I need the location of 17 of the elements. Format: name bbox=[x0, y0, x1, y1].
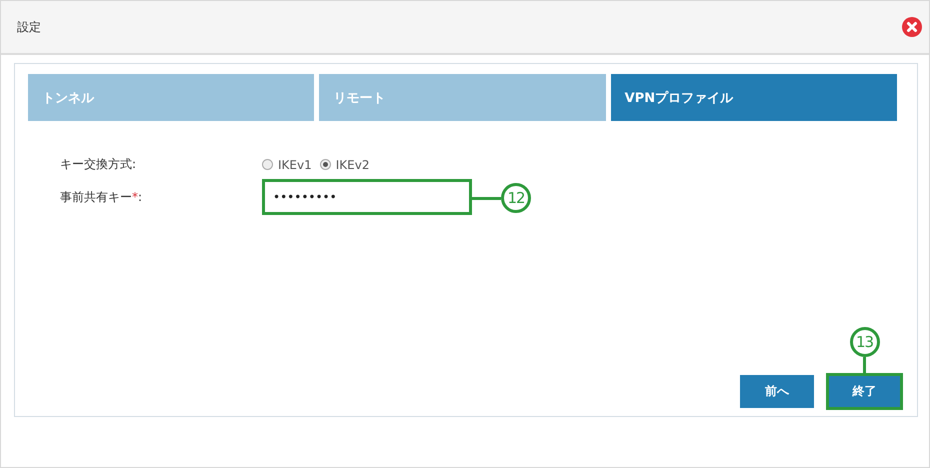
field-label: キー交換方式: bbox=[60, 156, 138, 173]
step-tab[interactable]: VPNプロファイル bbox=[610, 74, 897, 121]
radio-button[interactable] bbox=[262, 159, 273, 170]
radio-button[interactable] bbox=[320, 159, 331, 170]
leader-line bbox=[472, 196, 501, 200]
wizard-button[interactable]: 終了 bbox=[826, 373, 903, 410]
wizard-button[interactable]: 前へ bbox=[740, 375, 814, 408]
label-colon: : bbox=[138, 190, 142, 204]
password-field[interactable]: ••••••••• bbox=[262, 179, 472, 215]
dialog-title: 設定 bbox=[17, 18, 41, 36]
close-icon[interactable] bbox=[902, 17, 922, 37]
radio-label: IKEv2 bbox=[336, 158, 370, 172]
required-mark: * bbox=[132, 190, 138, 204]
field-label: 事前共有キー bbox=[60, 190, 132, 204]
callout-number: 12 bbox=[501, 183, 531, 213]
callout-number: 13 bbox=[850, 327, 880, 357]
radio-label: IKEv1 bbox=[278, 158, 312, 172]
